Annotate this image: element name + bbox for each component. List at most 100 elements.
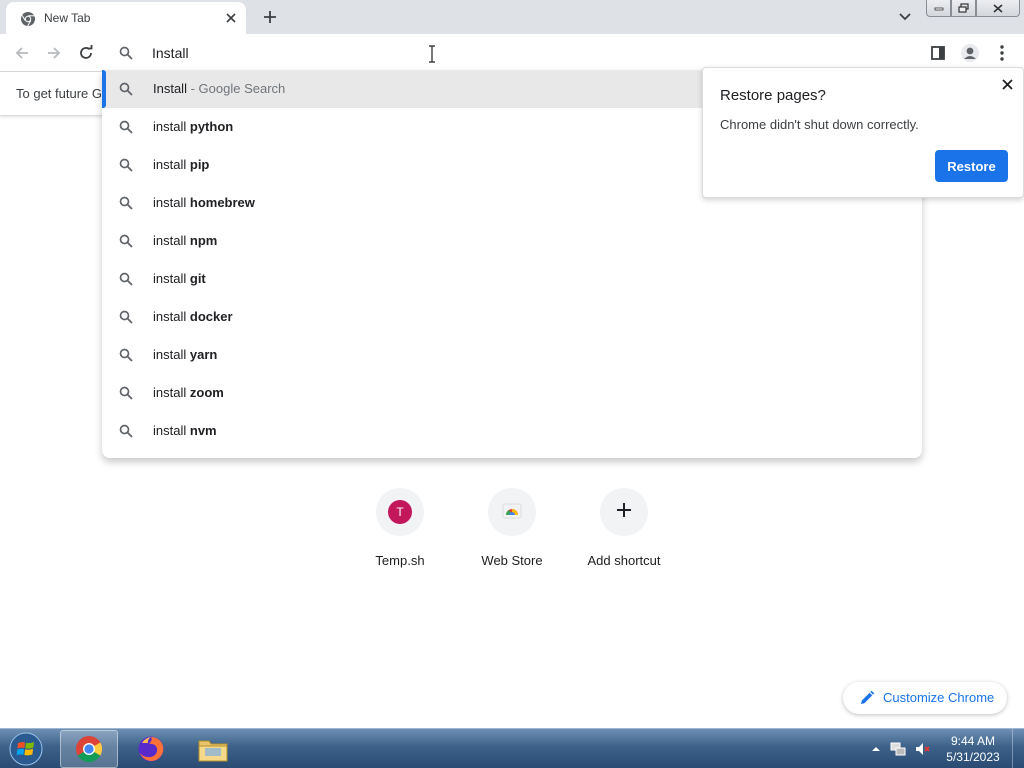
suggestion-text: install npm — [153, 233, 217, 248]
minimize-button[interactable] — [926, 0, 951, 17]
web-store-icon — [502, 501, 522, 524]
back-arrow-icon[interactable] — [10, 41, 34, 65]
suggestion-query-prefix: install — [153, 347, 187, 362]
taskbar-chrome-icon[interactable] — [60, 730, 118, 768]
suggestion-text: install yarn — [153, 347, 217, 362]
suggestion-completion: pip — [189, 157, 210, 172]
suggestion-item[interactable]: install yarn — [102, 336, 922, 374]
suggestion-description: - Google Search — [190, 81, 286, 96]
suggestion-query-prefix: install — [153, 157, 187, 172]
search-icon — [119, 348, 133, 367]
suggestion-text: install homebrew — [153, 195, 255, 210]
shortcut-tile — [600, 488, 648, 536]
window-controls — [926, 0, 1020, 18]
shortcut-label: Add shortcut — [587, 553, 661, 568]
shortcut-label: Temp.sh — [375, 553, 425, 568]
suggestion-text: install python — [153, 119, 233, 134]
maximize-button[interactable] — [951, 0, 976, 17]
taskbar-firefox-icon[interactable] — [122, 730, 180, 768]
omnibox-input[interactable] — [152, 42, 752, 64]
suggestion-completion: docker — [189, 309, 233, 324]
search-icon — [119, 46, 133, 65]
show-hidden-icons-arrow-icon[interactable] — [868, 741, 884, 757]
plus-icon — [616, 502, 632, 523]
search-icon — [119, 310, 133, 329]
suggestion-completion: yarn — [189, 347, 218, 362]
tab-title: New Tab — [44, 11, 91, 25]
suggestion-item[interactable]: install docker — [102, 298, 922, 336]
suggestion-item[interactable]: install zoom — [102, 374, 922, 412]
search-icon — [119, 386, 133, 405]
text-cursor-icon — [427, 45, 437, 63]
side-panel-icon[interactable] — [926, 41, 950, 65]
network-icon[interactable] — [890, 741, 906, 757]
start-button[interactable] — [6, 730, 46, 768]
info-bar-text: To get future G — [16, 86, 102, 101]
suggestion-text: install nvm — [153, 423, 217, 438]
tab-strip: New Tab — [0, 0, 1024, 34]
search-icon — [119, 196, 133, 215]
dialog-title: Restore pages? — [720, 87, 826, 104]
shortcut-label: Web Store — [481, 553, 543, 568]
suggestion-text: Install - Google Search — [153, 81, 285, 96]
pencil-icon — [859, 690, 875, 711]
address-bar[interactable] — [102, 36, 922, 70]
restore-pages-dialog: Restore pages? Chrome didn't shut down c… — [702, 67, 1024, 198]
windows-taskbar: 9:44 AM 5/31/2023 — [0, 728, 1024, 768]
suggestion-query-prefix: install — [153, 385, 187, 400]
clock-time: 9:44 AM — [950, 734, 996, 748]
suggestion-query-prefix: Install — [153, 81, 187, 96]
shortcut-tile: T — [376, 488, 424, 536]
suggestion-text: install git — [153, 271, 206, 286]
shortcut-add[interactable]: Add shortcut — [568, 488, 680, 578]
tab-new-tab[interactable]: New Tab — [6, 2, 246, 34]
chrome-icon — [20, 11, 36, 27]
browser-window: New Tab Install To get future G T Temp.s… — [0, 0, 1024, 768]
letter-tile-icon: T — [388, 500, 412, 524]
suggestion-query-prefix: install — [153, 423, 187, 438]
suggestion-completion: git — [189, 271, 206, 286]
suggestion-query-prefix: install — [153, 119, 187, 134]
shortcut-web-store[interactable]: Web Store — [456, 488, 568, 578]
suggestion-item[interactable]: install nvm — [102, 412, 922, 450]
suggestion-query-prefix: install — [153, 271, 187, 286]
suggestion-completion: python — [189, 119, 234, 134]
suggestion-completion: zoom — [189, 385, 224, 400]
clock-date: 5/31/2023 — [946, 750, 1000, 764]
suggestion-text: install pip — [153, 157, 209, 172]
suggestion-completion: homebrew — [189, 195, 255, 210]
dialog-message: Chrome didn't shut down correctly. — [720, 117, 919, 132]
suggestion-completion: npm — [189, 233, 218, 248]
customize-chrome-button[interactable]: Customize Chrome — [843, 682, 1007, 714]
tab-search-chevron-icon[interactable] — [894, 6, 916, 28]
search-icon — [119, 424, 133, 443]
customize-chrome-label: Customize Chrome — [883, 690, 995, 705]
menu-kebab-icon[interactable] — [990, 41, 1014, 65]
search-icon — [119, 158, 133, 177]
suggestion-item[interactable]: install npm — [102, 222, 922, 260]
suggestion-query-prefix: install — [153, 309, 187, 324]
suggestion-query-prefix: install — [153, 195, 187, 210]
suggestion-query-prefix: install — [153, 233, 187, 248]
show-desktop-button[interactable] — [1012, 729, 1024, 768]
new-tab-plus-icon[interactable] — [258, 5, 282, 29]
suggestion-item[interactable]: install git — [102, 260, 922, 298]
profile-avatar-icon[interactable] — [958, 41, 982, 65]
reload-icon[interactable] — [74, 41, 98, 65]
taskbar-clock[interactable]: 9:44 AM 5/31/2023 — [940, 733, 1006, 765]
close-icon[interactable] — [997, 74, 1017, 94]
search-icon — [119, 234, 133, 253]
volume-muted-icon[interactable] — [914, 741, 930, 757]
shortcut-temp-sh[interactable]: T Temp.sh — [344, 488, 456, 578]
search-icon — [119, 82, 133, 101]
forward-arrow-icon[interactable] — [42, 41, 66, 65]
suggestion-text: install zoom — [153, 385, 224, 400]
suggestion-text: install docker — [153, 309, 233, 324]
tab-close-icon[interactable] — [222, 9, 240, 27]
shortcut-tile — [488, 488, 536, 536]
search-icon — [119, 120, 133, 139]
suggestion-completion: nvm — [189, 423, 217, 438]
restore-button[interactable]: Restore — [935, 150, 1008, 182]
close-window-button[interactable] — [976, 0, 1020, 17]
taskbar-file-explorer-icon[interactable] — [184, 730, 242, 768]
